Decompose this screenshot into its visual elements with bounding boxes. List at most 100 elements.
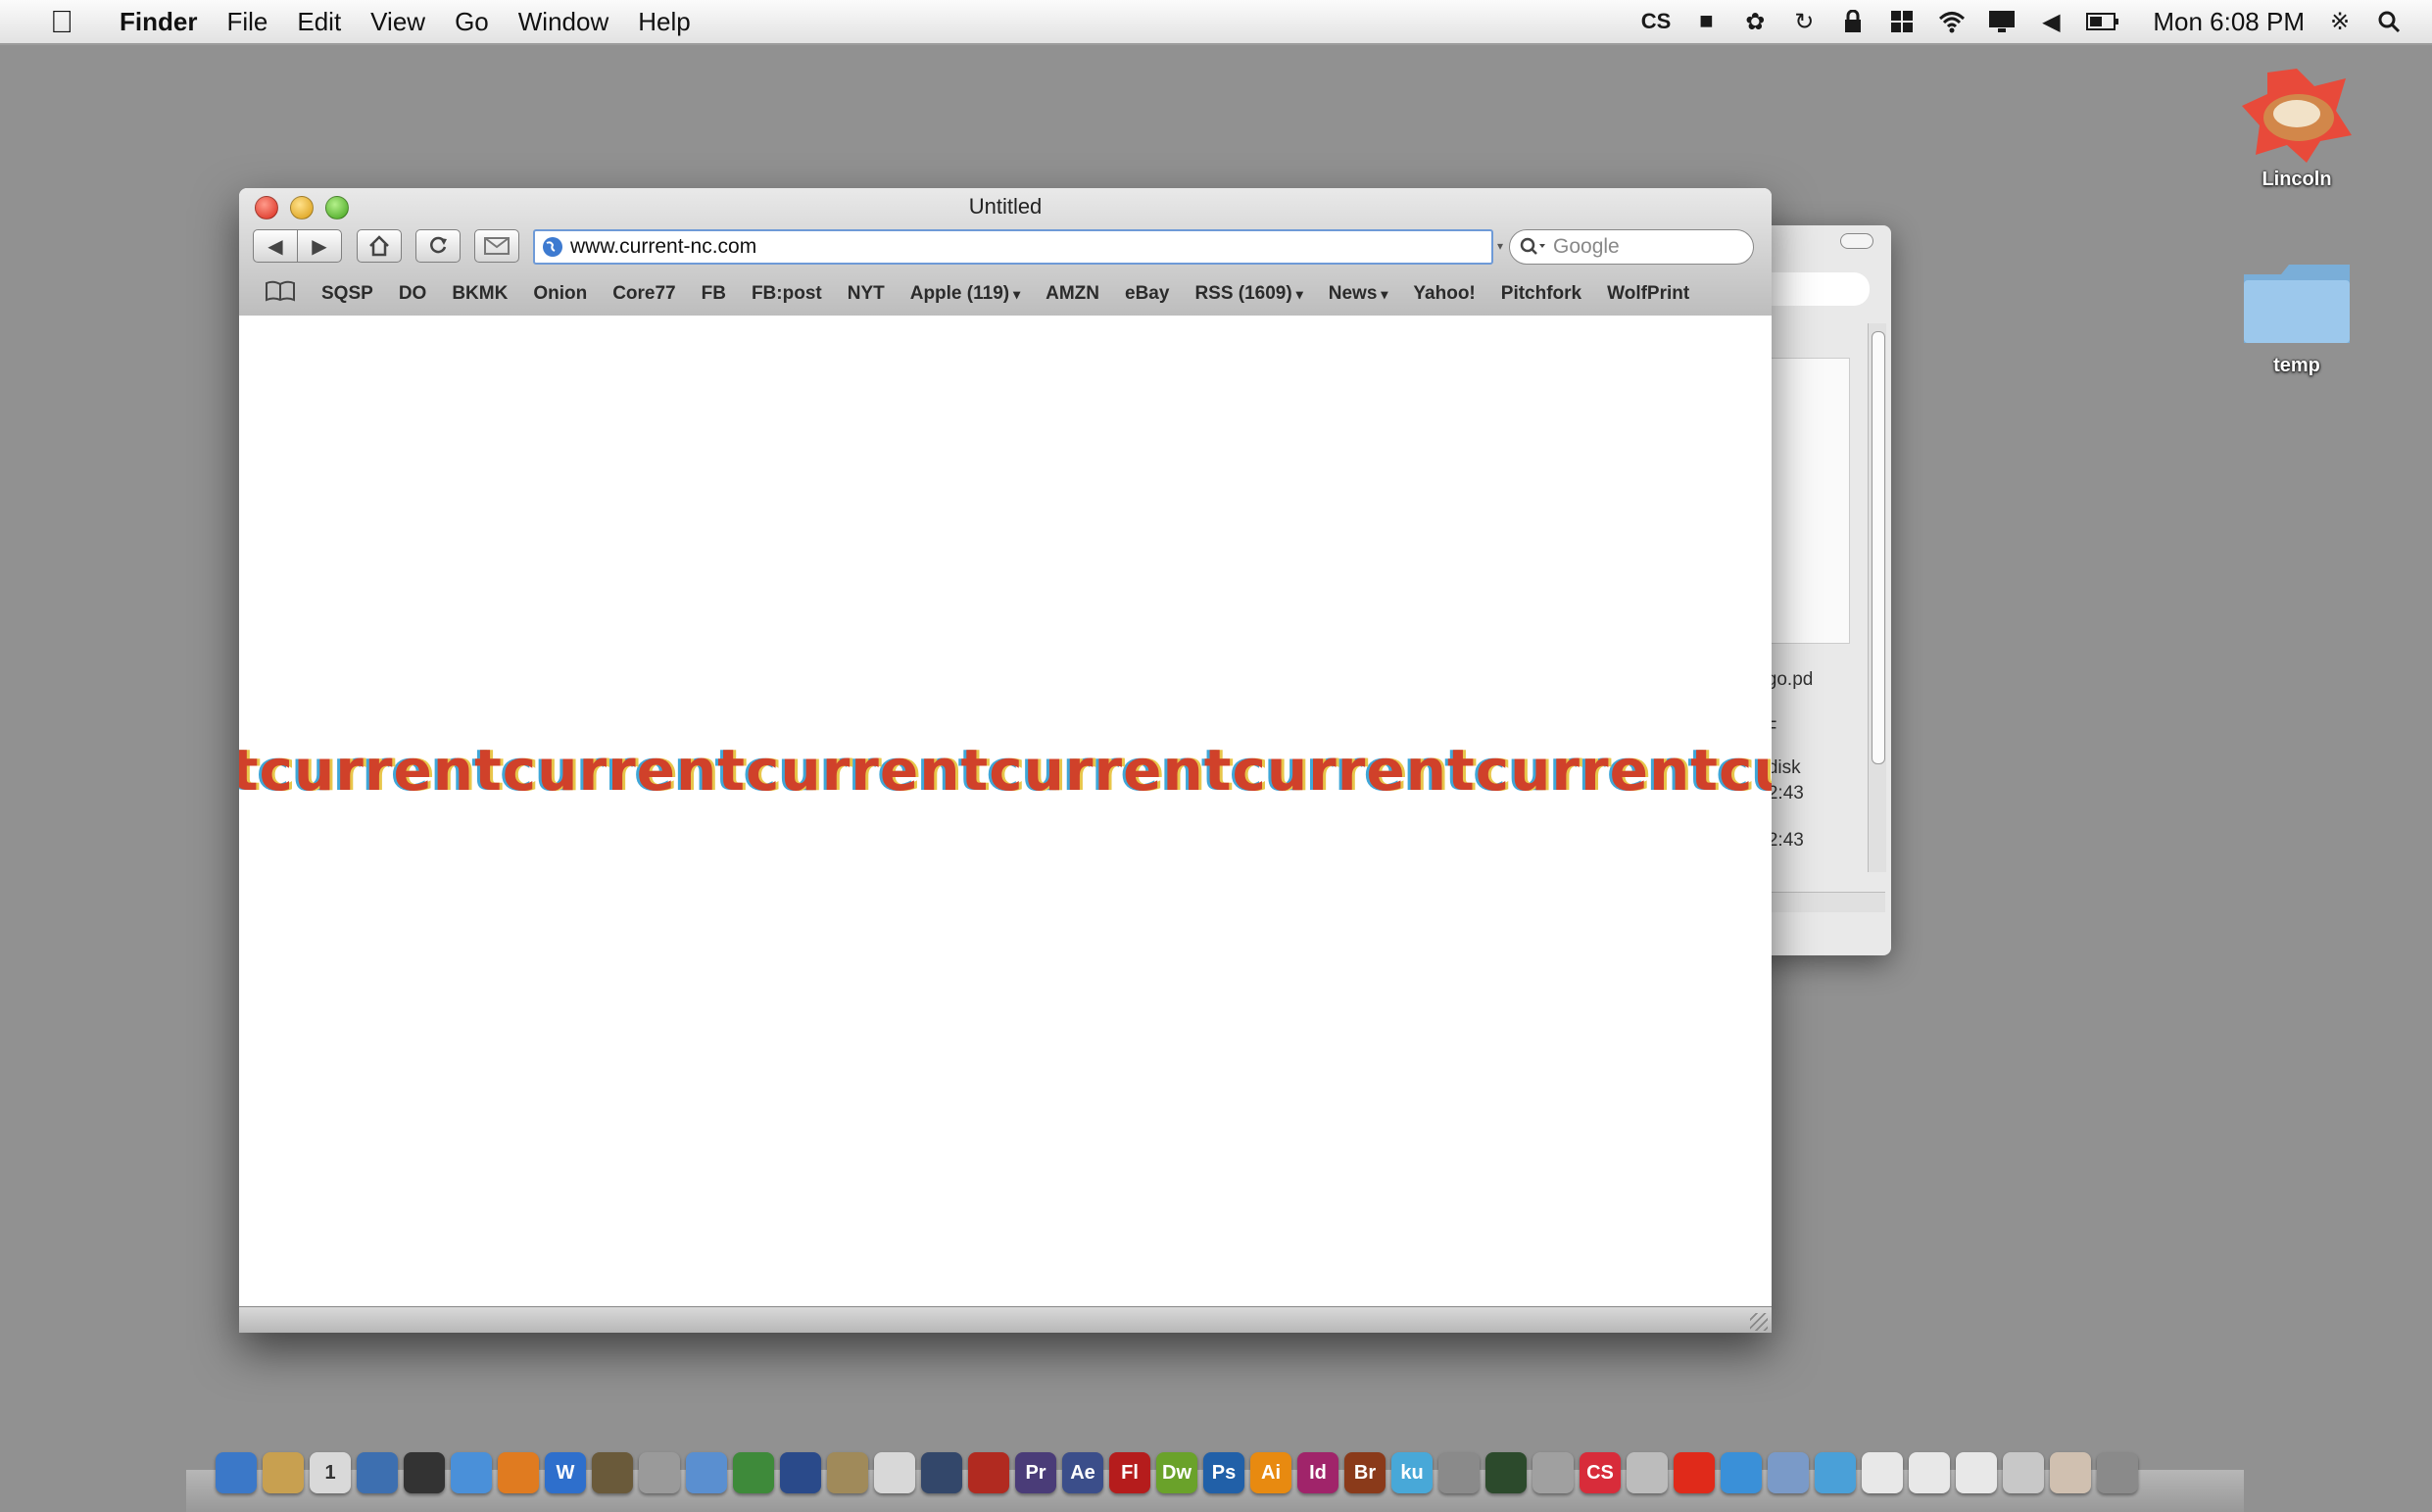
clock[interactable]: Mon 6:08 PM	[2153, 7, 2305, 37]
flickr-uploadr-icon[interactable]	[639, 1452, 680, 1493]
activity-monitor-icon[interactable]	[1485, 1452, 1527, 1493]
after-effects-icon[interactable]: Ae	[1062, 1452, 1103, 1493]
itunes-icon[interactable]	[686, 1452, 727, 1493]
ical-icon[interactable]: 1	[310, 1452, 351, 1493]
bookmark-fb[interactable]: FB	[702, 283, 726, 305]
menu-file[interactable]: File	[226, 7, 268, 37]
creative-suite-icon[interactable]: CS	[1580, 1452, 1621, 1493]
bookmark-fb-post[interactable]: FB:post	[752, 283, 822, 305]
bookmark-apple-folder[interactable]: Apple (119) ▾	[910, 283, 1020, 305]
script-editor-icon[interactable]	[1627, 1452, 1668, 1493]
firefox-icon[interactable]	[498, 1452, 539, 1493]
bookmark-core77[interactable]: Core77	[612, 283, 675, 305]
snapback-button[interactable]	[474, 229, 519, 263]
automator-icon[interactable]	[827, 1452, 868, 1493]
resize-grip-icon[interactable]	[1750, 1313, 1768, 1331]
preview-icon[interactable]	[357, 1452, 398, 1493]
bookmarks-book-icon[interactable]	[265, 280, 296, 308]
bookmark-rss-folder[interactable]: RSS (1609) ▾	[1194, 283, 1302, 305]
trash-icon[interactable]	[2097, 1452, 2138, 1493]
horizontal-scrollbar[interactable]	[1754, 892, 1885, 912]
disk-utility-icon[interactable]	[1532, 1452, 1574, 1493]
desktop-icon-lincoln[interactable]: Lincoln	[2218, 67, 2375, 191]
bookmark-do[interactable]: DO	[399, 283, 427, 305]
bookmark-nyt[interactable]: NYT	[848, 283, 885, 305]
web-content[interactable]: rrentcurrentcurrentcurrentcurrentcurrent…	[239, 316, 1772, 1305]
bookmark-news-folder[interactable]: News ▾	[1329, 283, 1388, 305]
premiere-icon[interactable]: Pr	[1015, 1452, 1056, 1493]
current-banner-text[interactable]: rrentcurrentcurrentcurrentcurrentcurrent…	[239, 737, 1772, 804]
safari-icon[interactable]	[451, 1452, 492, 1493]
safari-window[interactable]: Untitled ◀ ▶ www.current-nc.com ▾ Google	[239, 188, 1772, 1333]
document-stack-5-icon[interactable]	[2050, 1452, 2091, 1493]
toolbar-pill-button[interactable]	[1840, 233, 1873, 249]
menu-go[interactable]: Go	[455, 7, 489, 37]
bookmark-onion[interactable]: Onion	[533, 283, 587, 305]
bookmark-ebay[interactable]: eBay	[1125, 283, 1169, 305]
apple-menu-icon[interactable]: 	[45, 4, 78, 39]
creative-suite-icon[interactable]: CS	[1641, 8, 1672, 35]
bookmark-bkmk[interactable]: BKMK	[452, 283, 508, 305]
display-icon[interactable]	[1988, 8, 2016, 35]
document-stack-4-icon[interactable]	[2003, 1452, 2044, 1493]
evernote-icon[interactable]	[733, 1452, 774, 1493]
menu-view[interactable]: View	[370, 7, 425, 37]
reload-button[interactable]	[415, 229, 461, 263]
wifi-icon[interactable]	[1937, 8, 1967, 35]
iphoto-icon[interactable]	[592, 1452, 633, 1493]
dreamweaver-icon[interactable]: Dw	[1156, 1452, 1197, 1493]
window-titlebar[interactable]: Untitled ◀ ▶ www.current-nc.com ▾ Google	[239, 188, 1772, 317]
flash-icon[interactable]: Fl	[1109, 1452, 1150, 1493]
bookmark-amzn[interactable]: AMZN	[1046, 283, 1099, 305]
bookmark-yahoo[interactable]: Yahoo!	[1413, 283, 1475, 305]
photoshop-icon[interactable]: Ps	[1203, 1452, 1244, 1493]
evernote-icon[interactable]: ■	[1692, 8, 1720, 35]
kuler-icon[interactable]: ku	[1391, 1452, 1433, 1493]
applications-folder-icon[interactable]	[1768, 1452, 1809, 1493]
scroll-thumb[interactable]	[1872, 331, 1885, 764]
bridge-icon[interactable]: Br	[1344, 1452, 1386, 1493]
url-dropdown-arrow[interactable]: ▾	[1497, 239, 1505, 255]
menu-window[interactable]: Window	[518, 7, 608, 37]
spotlight-icon[interactable]	[2375, 8, 2403, 35]
lock-icon[interactable]	[1839, 8, 1867, 35]
document-stack-1-icon[interactable]	[1862, 1452, 1903, 1493]
dashboard-icon[interactable]	[921, 1452, 962, 1493]
spaces-icon[interactable]	[1888, 8, 1916, 35]
downloads-stack-icon[interactable]	[1815, 1452, 1856, 1493]
menu-help[interactable]: Help	[638, 7, 690, 37]
menu-extras: CS ■ ✿ ↻ ◀ Mon 6:08 PM ※	[1641, 0, 2403, 43]
desktop-icon-temp[interactable]: temp	[2218, 253, 2375, 377]
address-book-icon[interactable]	[263, 1452, 304, 1493]
address-bar[interactable]: www.current-nc.com	[533, 229, 1493, 265]
bluetooth-icon[interactable]: ※	[2326, 8, 2354, 35]
growl-icon[interactable]: ✿	[1741, 8, 1769, 35]
time-machine-icon[interactable]: ↻	[1790, 8, 1818, 35]
finder-icon[interactable]	[216, 1452, 257, 1493]
word-icon[interactable]: W	[545, 1452, 586, 1493]
cyberduck-icon[interactable]	[780, 1452, 821, 1493]
acrobat-icon[interactable]	[968, 1452, 1009, 1493]
textedit-icon[interactable]	[874, 1452, 915, 1493]
back-button[interactable]: ◀	[253, 229, 298, 263]
battery-icon[interactable]	[2086, 8, 2119, 35]
document-stack-2-icon[interactable]	[1909, 1452, 1950, 1493]
acrobat-reader-icon[interactable]	[1674, 1452, 1715, 1493]
document-stack-3-icon[interactable]	[1956, 1452, 1997, 1493]
forward-button[interactable]: ▶	[297, 229, 342, 263]
bookmark-pitchfork[interactable]: Pitchfork	[1501, 283, 1581, 305]
system-preferences-icon[interactable]	[1438, 1452, 1480, 1493]
background-finder-window[interactable]: logo.pd DF t n disk 8 2:43 8 2:43	[1754, 225, 1891, 955]
bookmark-wolfprint[interactable]: WolfPrint	[1607, 283, 1689, 305]
vertical-scrollbar[interactable]	[1868, 323, 1886, 872]
menu-edit[interactable]: Edit	[297, 7, 341, 37]
dvd-icon[interactable]	[404, 1452, 445, 1493]
illustrator-icon[interactable]: Ai	[1250, 1452, 1291, 1493]
menu-finder[interactable]: Finder	[120, 7, 197, 37]
home-button[interactable]	[357, 229, 402, 263]
bookmark-sqsp[interactable]: SQSP	[321, 283, 373, 305]
indesign-icon[interactable]: Id	[1297, 1452, 1338, 1493]
app-store-icon[interactable]	[1721, 1452, 1762, 1493]
search-field[interactable]: Google	[1509, 229, 1754, 265]
volume-icon[interactable]: ◀	[2037, 8, 2065, 35]
